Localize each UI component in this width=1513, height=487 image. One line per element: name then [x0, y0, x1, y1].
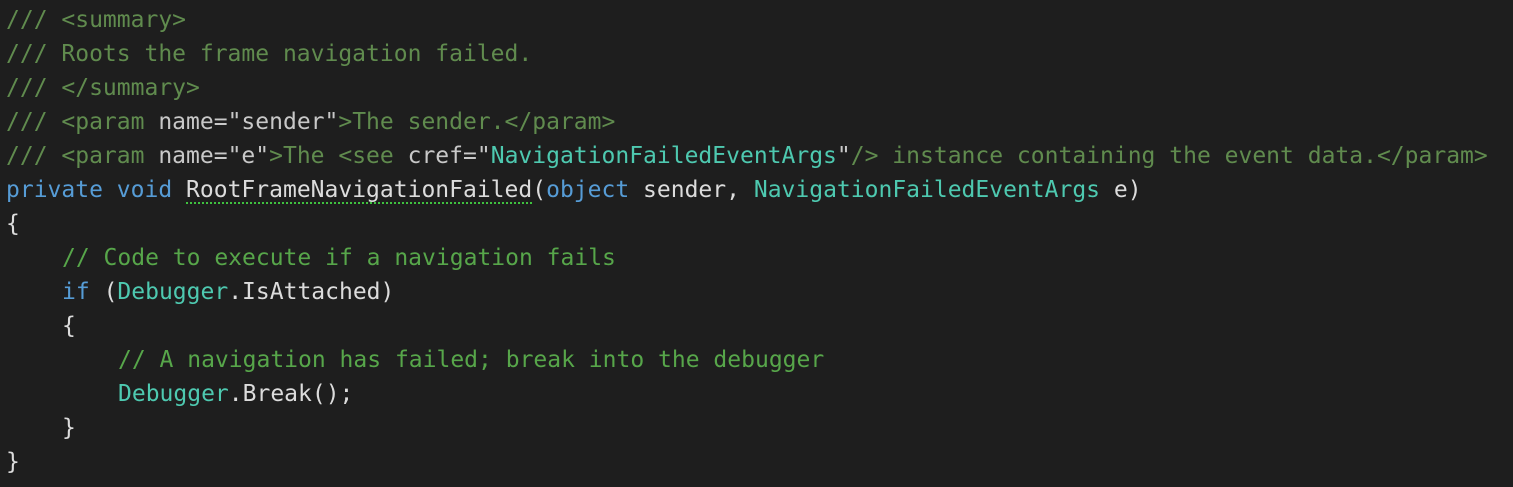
keyword: void	[116, 177, 173, 203]
doc-attribute-name: name=	[158, 143, 228, 169]
doc-comment-text: >The <see	[269, 143, 408, 169]
doc-type-reference[interactable]: NavigationFailedEventArgs	[491, 143, 837, 169]
code-line-12: Debugger.Break();	[0, 377, 1513, 411]
doc-attribute-name: name=	[158, 109, 228, 135]
code-line-8: // Code to execute if a navigation fails	[0, 241, 1513, 275]
code-line-9: if (Debugger.IsAttached)	[0, 275, 1513, 309]
code-line-7: {	[0, 207, 1513, 241]
code-line-2: /// Roots the frame navigation failed.	[0, 37, 1513, 71]
type-name[interactable]: NavigationFailedEventArgs	[754, 177, 1100, 203]
keyword: object	[546, 177, 630, 203]
punctuation: (	[103, 279, 118, 305]
code-line-13: }	[0, 411, 1513, 445]
doc-attribute-value: "e"	[227, 143, 270, 169]
comment: // Code to execute if a navigation fails	[62, 245, 616, 271]
doc-comment-text: >The sender.</param>	[338, 109, 616, 135]
doc-comment-text: /> instance containing the event data.</…	[850, 143, 1488, 169]
doc-comment: /// <summary>	[6, 7, 187, 33]
member-access: .IsAttached)	[228, 279, 395, 305]
keyword: if	[62, 279, 90, 305]
code-line-3: /// </summary>	[0, 71, 1513, 105]
doc-comment: /// </summary>	[6, 75, 200, 101]
brace: }	[6, 449, 20, 475]
parameter-name: e)	[1113, 177, 1142, 203]
code-line-14: }	[0, 445, 1513, 479]
doc-attribute-value: "sender"	[227, 109, 339, 135]
brace: {	[6, 211, 20, 237]
doc-comment: /// Roots the frame navigation failed.	[6, 41, 533, 67]
comment: // A navigation has failed; break into t…	[118, 347, 825, 373]
brace: }	[62, 415, 76, 441]
type-name[interactable]: Debugger	[117, 279, 228, 305]
parameter-name: sender,	[643, 177, 740, 203]
code-line-6: private void RootFrameNavigationFailed(o…	[0, 173, 1513, 207]
code-line-1: /// <summary>	[0, 3, 1513, 37]
code-line-10: {	[0, 309, 1513, 343]
code-line-4: /// <param name="sender">The sender.</pa…	[0, 105, 1513, 139]
code-line-5: /// <param name="e">The <see cref="Navig…	[0, 139, 1513, 173]
doc-quote: "	[836, 143, 851, 169]
method-name[interactable]: RootFrameNavigationFailed	[186, 177, 532, 203]
code-editor[interactable]: /// <summary> /// Roots the frame naviga…	[0, 0, 1513, 487]
method-call: .Break();	[228, 381, 354, 407]
doc-attribute-name: cref=	[407, 143, 477, 169]
keyword: private	[6, 177, 103, 203]
type-name[interactable]: Debugger	[118, 381, 229, 407]
brace: {	[62, 313, 76, 339]
doc-quote: "	[476, 143, 491, 169]
doc-comment-prefix: /// <param	[6, 109, 159, 135]
code-line-11: // A navigation has failed; break into t…	[0, 343, 1513, 377]
doc-comment-prefix: /// <param	[6, 143, 159, 169]
punctuation: (	[532, 177, 547, 203]
